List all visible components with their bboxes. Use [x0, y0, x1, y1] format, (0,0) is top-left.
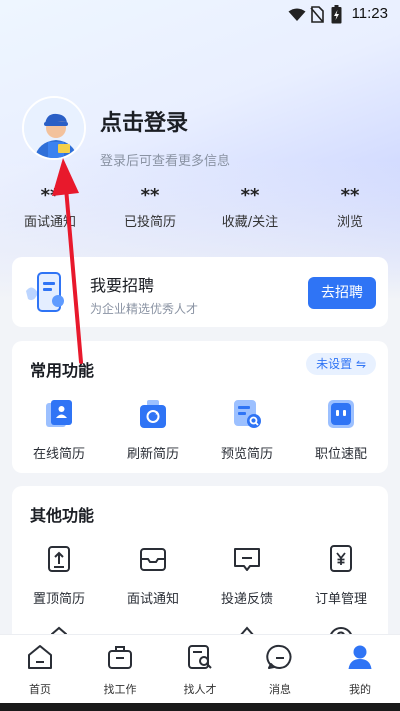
- briefcase-icon: [108, 646, 132, 669]
- common-item-label: 预览简历: [220, 447, 273, 462]
- common-item-refresh-resume[interactable]: 刷新简历: [106, 397, 200, 462]
- refresh-icon: [140, 400, 166, 428]
- match-icon: [328, 400, 354, 428]
- tab-mine[interactable]: 我的: [320, 635, 400, 703]
- tab-label: 找人才: [183, 683, 217, 696]
- common-item-label: 职位速配: [314, 447, 367, 462]
- tab-label: 消息: [269, 683, 291, 696]
- status-time: 11:23: [351, 5, 388, 22]
- stat-value: **: [240, 185, 260, 206]
- other-item-delivery-feedback[interactable]: 投递反馈: [200, 542, 294, 607]
- common-item-label: 在线简历: [32, 447, 85, 462]
- other-functions-grid: 置顶简历 面试通知 投递反馈 订单管理: [12, 542, 388, 607]
- login-subtitle: 登录后可查看更多信息: [100, 154, 231, 169]
- stat-label: 收藏/关注: [221, 215, 279, 230]
- other-item-label: 投递反馈: [220, 592, 273, 607]
- message-icon: [266, 644, 292, 669]
- other-functions-card: 其他功能 置顶简历 面试通知 投递反馈 订单管理: [12, 486, 388, 646]
- stats-row: ** 面试通知 ** 已投简历 ** 收藏/关注 ** 浏览: [0, 185, 400, 235]
- stat-views[interactable]: ** 浏览: [300, 185, 400, 235]
- stat-value: **: [40, 185, 60, 206]
- common-functions-title: 常用功能: [30, 361, 95, 380]
- tab-find-talent[interactable]: 找人才: [160, 635, 240, 703]
- other-item-label: 订单管理: [314, 592, 367, 607]
- talent-search-icon: [188, 645, 212, 669]
- avatar[interactable]: [22, 96, 86, 160]
- resume-icon: [46, 400, 72, 427]
- common-item-online-resume[interactable]: 在线简历: [12, 397, 106, 462]
- recruit-subtitle: 为企业精选优秀人才: [90, 302, 199, 316]
- gesture-bar: [0, 703, 400, 711]
- bottom-tab-bar: 首页 找工作 找人才 消息 我的: [0, 634, 400, 703]
- stat-label: 面试通知: [23, 215, 76, 230]
- stat-label: 浏览: [336, 215, 363, 230]
- status-bar: 11:23: [0, 0, 400, 28]
- other-item-order-management[interactable]: 订单管理: [294, 542, 388, 607]
- go-recruit-button[interactable]: 去招聘: [308, 277, 376, 309]
- common-item-label: 刷新简历: [126, 447, 179, 462]
- other-item-label: 置顶简历: [32, 592, 85, 607]
- common-functions-card: 常用功能 未设置 ⇋ 在线简历 刷新简历 预览简历 职位速配: [12, 341, 388, 473]
- wifi-icon: [288, 8, 306, 21]
- other-item-interview-notice[interactable]: 面试通知: [106, 542, 200, 607]
- stat-interview-notice[interactable]: ** 面试通知: [0, 185, 100, 235]
- recruit-card[interactable]: 我要招聘 为企业精选优秀人才 去招聘: [12, 257, 388, 327]
- tab-home[interactable]: 首页: [0, 635, 80, 703]
- order-icon: [330, 545, 352, 572]
- login-title[interactable]: 点击登录: [100, 105, 188, 137]
- other-item-label: 面试通知: [126, 592, 179, 607]
- stat-label: 已投简历: [123, 215, 176, 230]
- stat-submitted-resumes[interactable]: ** 已投简历: [100, 185, 200, 235]
- feedback-icon: [234, 548, 260, 571]
- recruit-phone-icon: [26, 272, 64, 312]
- common-functions-grid: 在线简历 刷新简历 预览简历 职位速配: [12, 397, 388, 462]
- tab-label: 我的: [349, 683, 371, 696]
- tab-label: 首页: [29, 683, 51, 696]
- common-item-preview-resume[interactable]: 预览简历: [200, 397, 294, 462]
- user-icon: [348, 645, 372, 669]
- other-item-pin-resume[interactable]: 置顶简历: [12, 542, 106, 607]
- tab-find-job[interactable]: 找工作: [80, 635, 160, 703]
- pin-top-icon: [48, 546, 70, 572]
- stat-value: **: [340, 185, 360, 206]
- stat-value: **: [140, 185, 160, 206]
- mail-icon: [140, 548, 166, 571]
- no-sim-icon: [310, 6, 324, 23]
- tab-label: 找工作: [103, 683, 137, 696]
- recruit-title: 我要招聘: [90, 276, 155, 295]
- other-functions-title: 其他功能: [30, 506, 95, 525]
- home-icon: [28, 645, 52, 669]
- preview-icon: [234, 400, 261, 428]
- tab-messages[interactable]: 消息: [240, 635, 320, 703]
- stat-favorites[interactable]: ** 收藏/关注: [200, 185, 300, 235]
- not-set-badge[interactable]: 未设置 ⇋: [306, 353, 376, 375]
- battery-icon: [331, 5, 342, 24]
- common-item-job-match[interactable]: 职位速配: [294, 397, 388, 462]
